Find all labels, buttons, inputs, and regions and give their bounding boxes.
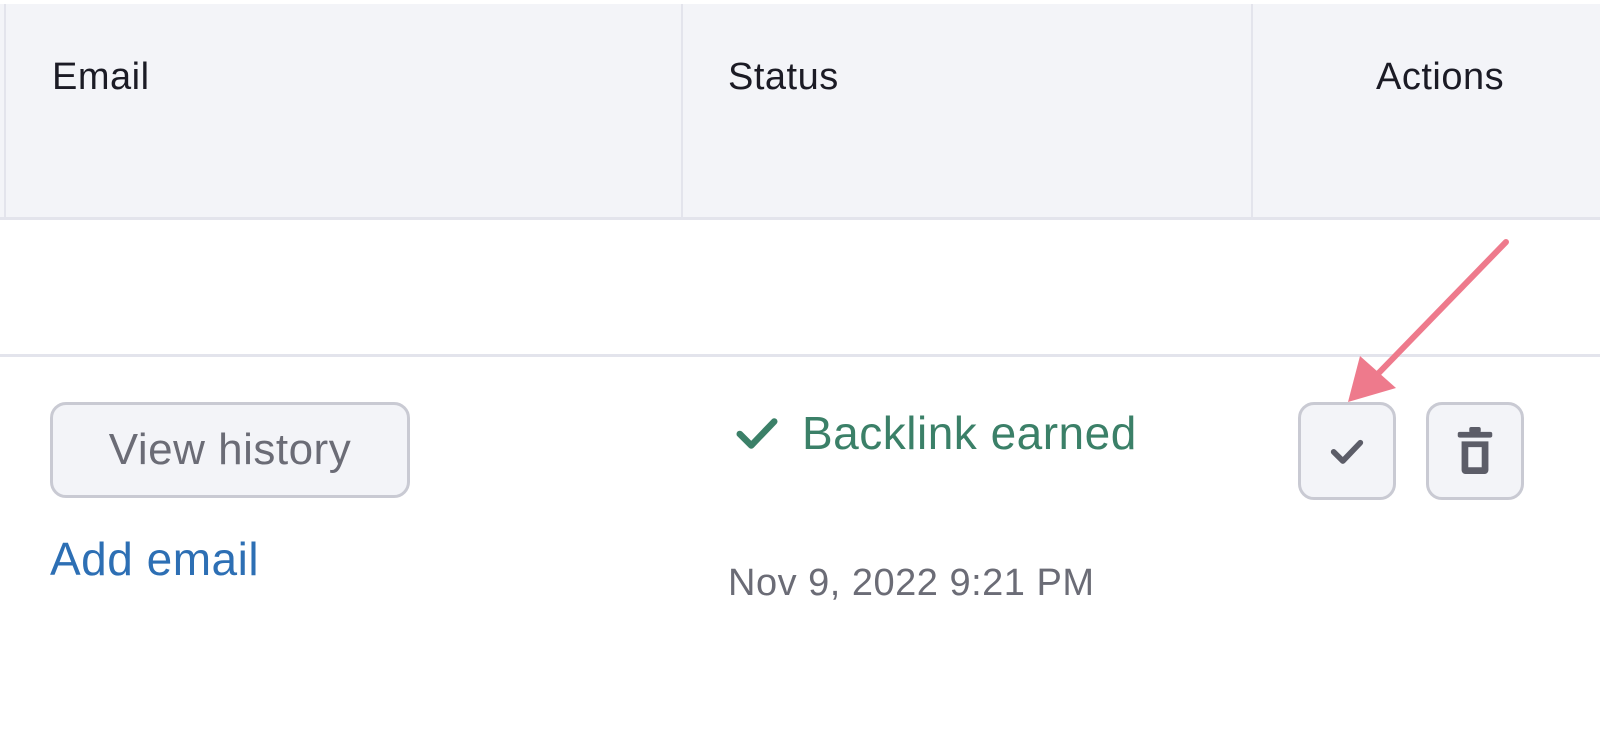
header-status: Status: [728, 56, 839, 98]
column-divider: [4, 4, 6, 220]
view-history-button[interactable]: View history: [50, 402, 410, 498]
check-icon: [736, 418, 778, 449]
status-timestamp: Nov 9, 2022 9:21 PM: [728, 562, 1095, 604]
header-actions: Actions: [1376, 56, 1505, 98]
backlink-table: Email Status Actions View history Add em…: [0, 0, 1600, 752]
status-badge: Backlink earned: [734, 406, 1137, 460]
table-header: Email Status Actions: [0, 4, 1600, 220]
add-email-link[interactable]: Add email: [50, 532, 259, 586]
column-divider: [1251, 4, 1253, 220]
column-divider: [681, 4, 683, 220]
status-text: Backlink earned: [802, 407, 1137, 459]
arrow-icon: [1348, 239, 1509, 402]
delete-button[interactable]: [1426, 402, 1524, 500]
mark-earned-button[interactable]: [1298, 402, 1396, 500]
check-icon: [1330, 439, 1364, 464]
header-email: Email: [52, 56, 150, 98]
trash-icon: [1457, 427, 1493, 474]
